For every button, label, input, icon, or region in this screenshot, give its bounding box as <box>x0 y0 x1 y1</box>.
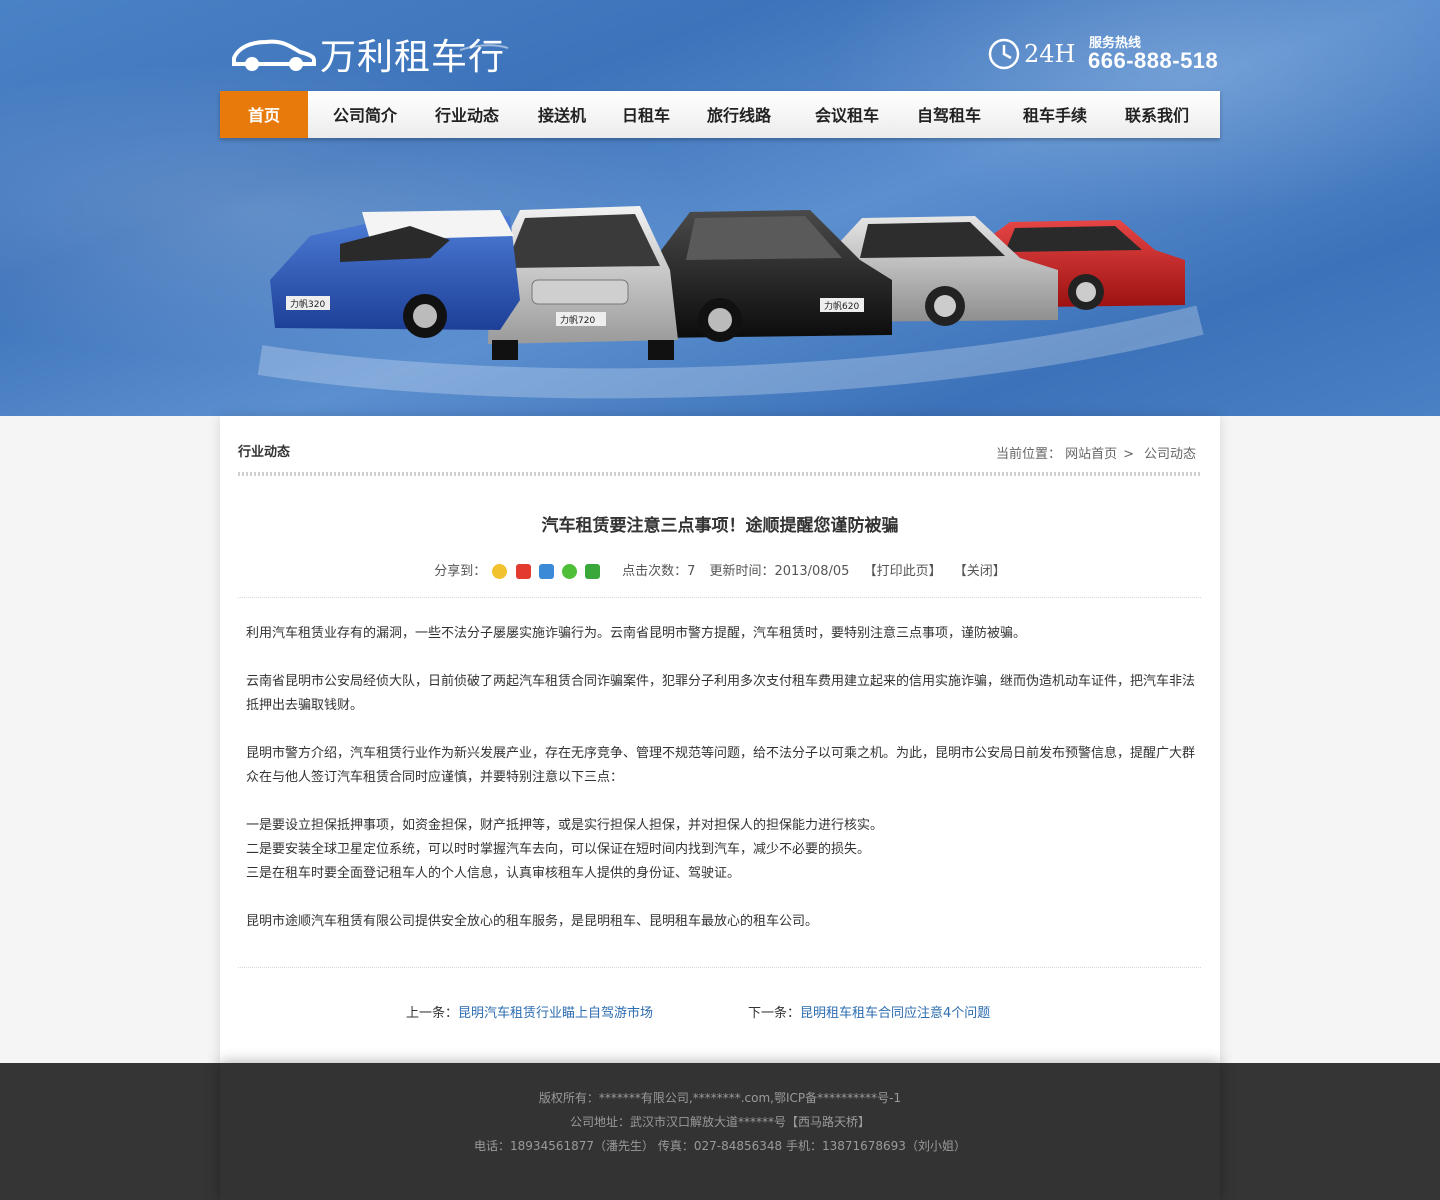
article-meta: 分享到： 点击次数：7 更新时间：2013/08/05 【打印此页】 【关闭】 <box>220 560 1220 579</box>
nav-item-travel-routes[interactable]: 旅行线路 <box>694 91 784 138</box>
breadcrumb-prefix: 当前位置： <box>996 447 1062 462</box>
share-tencent-weibo-icon[interactable] <box>538 564 554 579</box>
next-article: 下一条：昆明租车租车合同应注意4个问题 <box>748 1002 990 1021</box>
footer-address: 公司地址：武汉市汉口解放大道******号【西马路天桥】 <box>569 1115 870 1129</box>
article-point: 二是要安装全球卫星定位系统，可以时时掌握汽车去向，可以保证在短时间内找到汽车，减… <box>246 842 871 857</box>
article-bottom-divider <box>238 967 1201 968</box>
close-link[interactable]: 【关闭】 <box>954 564 1006 579</box>
nav-item-daily-rental[interactable]: 日租车 <box>610 91 682 138</box>
site-logo-text[interactable]: 万利租车行 <box>320 28 505 80</box>
article-paragraph: 昆明市途顺汽车租赁有限公司提供安全放心的租车服务，是昆明租车、昆明租车最放心的租… <box>246 914 819 929</box>
prev-label: 上一条： <box>406 1006 459 1021</box>
nav-item-contact[interactable]: 联系我们 <box>1112 91 1202 138</box>
nav-item-about[interactable]: 公司简介 <box>320 91 410 138</box>
print-link[interactable]: 【打印此页】 <box>864 564 942 579</box>
article-paragraph: 利用汽车租赁业存有的漏洞，一些不法分子屡屡实施诈骗行为。云南省昆明市警方提醒，汽… <box>246 626 1027 641</box>
nav-item-rental-procedure[interactable]: 租车手续 <box>1010 91 1100 138</box>
article-point: 三是在租车时要全面登记租车人的个人信息，认真审核租车人提供的身份证、驾驶证。 <box>246 866 741 881</box>
hotline-badge: 24H <box>1024 40 1075 68</box>
main-nav: 首页 公司简介 行业动态 接送机 日租车 旅行线路 会议租车 自驾租车 租车手续… <box>220 91 1220 138</box>
share-wechat-icon[interactable] <box>561 564 577 579</box>
share-more-icon[interactable] <box>584 564 600 579</box>
update-time: 更新时间：2013/08/05 <box>709 564 850 579</box>
blue-car-320: 力帆320 <box>270 210 520 338</box>
prev-article-link[interactable]: 昆明汽车租赁行业瞄上自驾游市场 <box>458 1006 653 1021</box>
section-title: 行业动态 <box>238 445 291 460</box>
footer-inner: 版权所有：*******有限公司,********.com,鄂ICP备*****… <box>220 1063 1220 1200</box>
breadcrumb-separator: > <box>1123 447 1134 462</box>
footer-copyright: 版权所有：*******有限公司,********.com,鄂ICP备*****… <box>538 1091 902 1105</box>
next-article-link[interactable]: 昆明租车租车合同应注意4个问题 <box>800 1006 990 1021</box>
share-qzone-icon[interactable] <box>492 564 508 579</box>
next-label: 下一条： <box>748 1006 801 1021</box>
footer-contact: 电话：18934561877（潘先生） 传真：027-84856348 手机：1… <box>474 1139 966 1153</box>
share-label: 分享到： <box>434 564 487 579</box>
hit-count: 点击次数：7 <box>622 564 696 579</box>
share-icons <box>490 564 602 579</box>
article-paragraph: 云南省昆明市公安局经侦大队，日前侦破了两起汽车租赁合同诈骗案件，犯罪分子利用多次… <box>246 674 1196 713</box>
nav-item-airport-transfer[interactable]: 接送机 <box>524 91 600 138</box>
breadcrumb-home-link[interactable]: 网站首页 <box>1065 447 1117 462</box>
footer: 版权所有：*******有限公司,********.com,鄂ICP备*****… <box>0 1063 1440 1200</box>
svg-text:力帆620: 力帆620 <box>824 300 859 312</box>
breadcrumb: 当前位置： 网站首页 > 公司动态 <box>996 443 1200 462</box>
main-content: 行业动态 当前位置： 网站首页 > 公司动态 汽车租赁要注意三点事项！途顺提醒您谨防被… <box>220 416 1220 1063</box>
share-weibo-icon[interactable] <box>515 564 531 579</box>
nav-item-industry-news[interactable]: 行业动态 <box>422 91 512 138</box>
article-body: 利用汽车租赁业存有的漏洞，一些不法分子屡屡实施诈骗行为。云南省昆明市警方提醒，汽… <box>246 622 1201 958</box>
nav-item-conference-rental[interactable]: 会议租车 <box>802 91 892 138</box>
banner-cars-image: 力帆620 力帆720 力帆320 <box>257 206 1204 399</box>
article-paragraph: 昆明市警方介绍，汽车租赁行业作为新兴发展产业，存在无序竞争、管理不规范等问题，给… <box>246 746 1196 785</box>
hotline-number: 666-888-518 <box>1088 48 1219 73</box>
section-divider <box>238 472 1201 476</box>
meta-divider <box>238 597 1201 598</box>
clock-24h-icon: 24H <box>988 38 1075 70</box>
article-point: 一是要设立担保抵押事项，如资金担保，财产抵押等，或是实行担保人担保，并对担保人的… <box>246 818 884 833</box>
prev-article: 上一条：昆明汽车租赁行业瞄上自驾游市场 <box>406 1002 653 1021</box>
nav-item-self-drive[interactable]: 自驾租车 <box>904 91 994 138</box>
svg-text:力帆720: 力帆720 <box>560 314 595 326</box>
nav-item-home[interactable]: 首页 <box>220 91 308 138</box>
svg-text:力帆320: 力帆320 <box>290 298 325 310</box>
breadcrumb-current[interactable]: 公司动态 <box>1144 447 1196 462</box>
article-title: 汽车租赁要注意三点事项！途顺提醒您谨防被骗 <box>541 516 899 536</box>
